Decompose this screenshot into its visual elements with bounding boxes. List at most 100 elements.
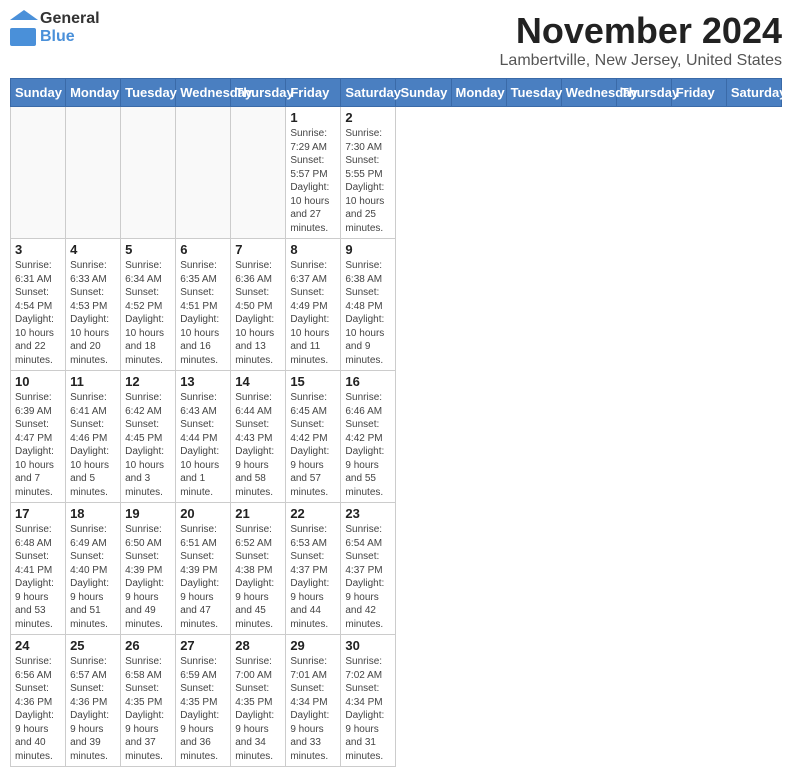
day-info: Sunrise: 7:02 AM Sunset: 4:34 PM Dayligh… bbox=[345, 655, 391, 763]
day-info: Sunrise: 6:50 AM Sunset: 4:39 PM Dayligh… bbox=[125, 523, 171, 631]
day-info: Sunrise: 6:58 AM Sunset: 4:35 PM Dayligh… bbox=[125, 655, 171, 763]
calendar-day-cell: 3 Sunrise: 6:31 AM Sunset: 4:54 PM Daylig… bbox=[11, 239, 66, 371]
day-info: Sunrise: 6:37 AM Sunset: 4:49 PM Dayligh… bbox=[290, 259, 336, 367]
day-info: Sunrise: 6:46 AM Sunset: 4:42 PM Dayligh… bbox=[345, 391, 391, 499]
day-number: 8 bbox=[290, 242, 336, 257]
calendar-day-cell: 27 Sunrise: 6:59 AM Sunset: 4:35 PM Dayli… bbox=[176, 635, 231, 767]
title-section: November 2024 Lambertville, New Jersey, … bbox=[500, 10, 782, 70]
calendar-day-cell: 25 Sunrise: 6:57 AM Sunset: 4:36 PM Dayli… bbox=[66, 635, 121, 767]
calendar-day-cell: 30 Sunrise: 7:02 AM Sunset: 4:34 PM Dayli… bbox=[341, 635, 396, 767]
day-info: Sunrise: 6:45 AM Sunset: 4:42 PM Dayligh… bbox=[290, 391, 336, 499]
day-info: Sunrise: 6:33 AM Sunset: 4:53 PM Dayligh… bbox=[70, 259, 116, 367]
day-number: 11 bbox=[70, 374, 116, 389]
day-number: 9 bbox=[345, 242, 391, 257]
day-info: Sunrise: 6:31 AM Sunset: 4:54 PM Dayligh… bbox=[15, 259, 61, 367]
day-info: Sunrise: 6:44 AM Sunset: 4:43 PM Dayligh… bbox=[235, 391, 281, 499]
month-title: November 2024 bbox=[500, 10, 782, 52]
day-number: 23 bbox=[345, 506, 391, 521]
day-number: 10 bbox=[15, 374, 61, 389]
calendar-day-cell bbox=[121, 107, 176, 239]
day-number: 24 bbox=[15, 638, 61, 653]
day-number: 1 bbox=[290, 110, 336, 125]
day-number: 18 bbox=[70, 506, 116, 521]
calendar-day-cell: 4 Sunrise: 6:33 AM Sunset: 4:53 PM Daylig… bbox=[66, 239, 121, 371]
calendar-day-cell: 9 Sunrise: 6:38 AM Sunset: 4:48 PM Daylig… bbox=[341, 239, 396, 371]
day-header: Saturday bbox=[726, 79, 781, 107]
day-header: Monday bbox=[451, 79, 506, 107]
day-info: Sunrise: 6:54 AM Sunset: 4:37 PM Dayligh… bbox=[345, 523, 391, 631]
day-number: 6 bbox=[180, 242, 226, 257]
calendar-day-cell: 18 Sunrise: 6:49 AM Sunset: 4:40 PM Dayli… bbox=[66, 503, 121, 635]
day-info: Sunrise: 6:35 AM Sunset: 4:51 PM Dayligh… bbox=[180, 259, 226, 367]
day-header: Friday bbox=[671, 79, 726, 107]
calendar-day-cell: 22 Sunrise: 6:53 AM Sunset: 4:37 PM Dayli… bbox=[286, 503, 341, 635]
calendar-day-cell: 16 Sunrise: 6:46 AM Sunset: 4:42 PM Dayli… bbox=[341, 371, 396, 503]
day-number: 25 bbox=[70, 638, 116, 653]
calendar-day-cell: 7Sunrise: 6:36 AM Sunset: 4:50 PM Daylig… bbox=[231, 239, 286, 371]
day-header-thursday: Thursday bbox=[231, 79, 286, 107]
calendar-day-cell: 17 Sunrise: 6:48 AM Sunset: 4:41 PM Dayli… bbox=[11, 503, 66, 635]
day-header-sunday: Sunday bbox=[11, 79, 66, 107]
day-info: Sunrise: 6:56 AM Sunset: 4:36 PM Dayligh… bbox=[15, 655, 61, 763]
calendar-day-cell: 6 Sunrise: 6:35 AM Sunset: 4:51 PM Daylig… bbox=[176, 239, 231, 371]
calendar-week-row: 24 Sunrise: 6:56 AM Sunset: 4:36 PM Dayli… bbox=[11, 635, 782, 767]
day-info: Sunrise: 6:41 AM Sunset: 4:46 PM Dayligh… bbox=[70, 391, 116, 499]
day-number: 17 bbox=[15, 506, 61, 521]
day-info: Sunrise: 7:30 AM Sunset: 5:55 PM Dayligh… bbox=[345, 127, 391, 235]
logo-text-blue: Blue bbox=[40, 28, 100, 46]
calendar-week-row: 1Sunrise: 7:29 AM Sunset: 5:57 PM Daylig… bbox=[11, 107, 782, 239]
day-info: Sunrise: 6:38 AM Sunset: 4:48 PM Dayligh… bbox=[345, 259, 391, 367]
calendar-day-cell bbox=[231, 107, 286, 239]
calendar-day-cell: 15Sunrise: 6:45 AM Sunset: 4:42 PM Dayli… bbox=[286, 371, 341, 503]
day-info: Sunrise: 6:36 AM Sunset: 4:50 PM Dayligh… bbox=[235, 259, 281, 367]
calendar-day-cell: 2 Sunrise: 7:30 AM Sunset: 5:55 PM Daylig… bbox=[341, 107, 396, 239]
logo-graphic bbox=[10, 10, 38, 46]
day-header: Wednesday bbox=[561, 79, 616, 107]
day-number: 4 bbox=[70, 242, 116, 257]
calendar-day-cell: 23 Sunrise: 6:54 AM Sunset: 4:37 PM Dayli… bbox=[341, 503, 396, 635]
calendar-day-cell: 24 Sunrise: 6:56 AM Sunset: 4:36 PM Dayli… bbox=[11, 635, 66, 767]
day-number: 30 bbox=[345, 638, 391, 653]
day-number: 14 bbox=[235, 374, 281, 389]
day-info: Sunrise: 6:51 AM Sunset: 4:39 PM Dayligh… bbox=[180, 523, 226, 631]
day-info: Sunrise: 6:57 AM Sunset: 4:36 PM Dayligh… bbox=[70, 655, 116, 763]
day-number: 27 bbox=[180, 638, 226, 653]
calendar-day-cell: 5 Sunrise: 6:34 AM Sunset: 4:52 PM Daylig… bbox=[121, 239, 176, 371]
day-info: Sunrise: 6:34 AM Sunset: 4:52 PM Dayligh… bbox=[125, 259, 171, 367]
day-header: Sunday bbox=[396, 79, 451, 107]
calendar-day-cell: 29Sunrise: 7:01 AM Sunset: 4:34 PM Dayli… bbox=[286, 635, 341, 767]
day-info: Sunrise: 6:59 AM Sunset: 4:35 PM Dayligh… bbox=[180, 655, 226, 763]
day-header-friday: Friday bbox=[286, 79, 341, 107]
calendar-day-cell: 10 Sunrise: 6:39 AM Sunset: 4:47 PM Dayli… bbox=[11, 371, 66, 503]
day-header-tuesday: Tuesday bbox=[121, 79, 176, 107]
day-number: 16 bbox=[345, 374, 391, 389]
calendar-week-row: 17 Sunrise: 6:48 AM Sunset: 4:41 PM Dayli… bbox=[11, 503, 782, 635]
day-info: Sunrise: 7:01 AM Sunset: 4:34 PM Dayligh… bbox=[290, 655, 336, 763]
day-info: Sunrise: 6:42 AM Sunset: 4:45 PM Dayligh… bbox=[125, 391, 171, 499]
calendar-day-cell: 14 Sunrise: 6:44 AM Sunset: 4:43 PM Dayli… bbox=[231, 371, 286, 503]
day-number: 26 bbox=[125, 638, 171, 653]
day-number: 28 bbox=[235, 638, 281, 653]
calendar-week-row: 10 Sunrise: 6:39 AM Sunset: 4:47 PM Dayli… bbox=[11, 371, 782, 503]
day-number: 3 bbox=[15, 242, 61, 257]
day-number: 22 bbox=[290, 506, 336, 521]
day-header: Tuesday bbox=[506, 79, 561, 107]
calendar-day-cell: 28Sunrise: 7:00 AM Sunset: 4:35 PM Dayli… bbox=[231, 635, 286, 767]
calendar-day-cell: 20Sunrise: 6:51 AM Sunset: 4:39 PM Dayli… bbox=[176, 503, 231, 635]
day-number: 2 bbox=[345, 110, 391, 125]
day-header-wednesday: Wednesday bbox=[176, 79, 231, 107]
day-header-monday: Monday bbox=[66, 79, 121, 107]
calendar-table: SundayMondayTuesdayWednesdayThursdayFrid… bbox=[10, 78, 782, 767]
day-info: Sunrise: 6:39 AM Sunset: 4:47 PM Dayligh… bbox=[15, 391, 61, 499]
day-info: Sunrise: 6:49 AM Sunset: 4:40 PM Dayligh… bbox=[70, 523, 116, 631]
calendar-day-cell: 19Sunrise: 6:50 AM Sunset: 4:39 PM Dayli… bbox=[121, 503, 176, 635]
calendar-day-cell: 11 Sunrise: 6:41 AM Sunset: 4:46 PM Dayli… bbox=[66, 371, 121, 503]
calendar-day-cell bbox=[66, 107, 121, 239]
day-number: 5 bbox=[125, 242, 171, 257]
calendar-day-cell bbox=[11, 107, 66, 239]
day-info: Sunrise: 6:48 AM Sunset: 4:41 PM Dayligh… bbox=[15, 523, 61, 631]
logo-container: General Blue bbox=[10, 10, 100, 46]
day-info: Sunrise: 6:53 AM Sunset: 4:37 PM Dayligh… bbox=[290, 523, 336, 631]
day-info: Sunrise: 6:52 AM Sunset: 4:38 PM Dayligh… bbox=[235, 523, 281, 631]
calendar-day-cell: 21Sunrise: 6:52 AM Sunset: 4:38 PM Dayli… bbox=[231, 503, 286, 635]
